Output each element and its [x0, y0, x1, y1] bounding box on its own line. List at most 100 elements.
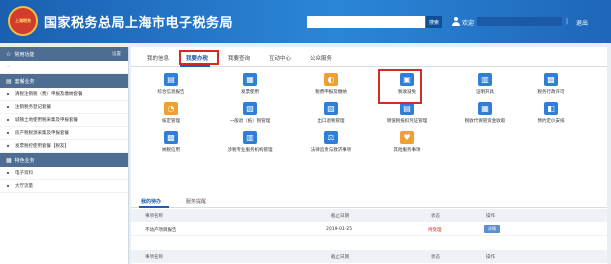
bullet-icon	[7, 145, 9, 147]
sidebar-item[interactable]: 房产税税源采集及申报套餐	[0, 127, 128, 140]
sidebar-item-label: 电子资料	[15, 171, 33, 176]
column-header: 操作	[486, 255, 495, 260]
sidebar-item-label: 注销税务登记套餐	[15, 105, 51, 110]
tax-payment-icon: ◐	[324, 73, 338, 86]
sidebar-section-title: 特色业务	[14, 157, 35, 164]
admin-permit-icon: ▩	[544, 73, 558, 86]
main-panel: 我的信息 我要办税 我要查询 互动中心 公众服务 ▤ 综合信息报告 ▦ 发票使用 ◐ 税费…	[131, 47, 607, 264]
function-verify-manage[interactable]: ◔ 核定管理	[136, 102, 206, 126]
todo-tab-indicator	[139, 206, 169, 208]
sidebar: ☆ 常用功能 设置 -- ▤ 套餐业务 清税注销税（费）申报及缴纳套餐 注销税务…	[0, 47, 129, 264]
sidebar-item: --	[0, 61, 128, 74]
function-label: 核定管理	[162, 119, 180, 124]
bullet-icon	[7, 119, 9, 121]
column-header: 操作	[486, 214, 495, 219]
sidebar-item[interactable]: 发票税控使用套餐【税友】	[0, 140, 128, 153]
function-admin-permit[interactable]: ▩ 税务行政许可	[516, 73, 586, 97]
function-label: 预约定价安排	[537, 119, 565, 124]
star-icon: ☆	[6, 50, 12, 58]
function-label: 涉税专业服务机构管理	[227, 148, 273, 153]
function-label: 法律追责与救济事项	[310, 148, 352, 153]
function-fund-custody[interactable]: ▦ 税收代保管资金收取	[450, 102, 520, 126]
column-header: 截止日期	[331, 255, 349, 260]
sidebar-section-special[interactable]: ▦ 特色业务	[0, 153, 128, 167]
function-export-refund[interactable]: ▨ 出口退税管理	[296, 102, 366, 126]
site-title: 国家税务总局上海市电子税务局	[44, 16, 234, 31]
tax-credit-icon: ▩	[164, 131, 178, 144]
function-info-report[interactable]: ▤ 综合信息报告	[136, 73, 206, 97]
settings-link[interactable]: 设置	[112, 51, 121, 57]
todo-table-header: 事项名称 截止日期 状态 操作	[131, 250, 607, 263]
column-header: 事项名称	[145, 214, 163, 219]
sidebar-section-common[interactable]: ☆ 常用功能 设置	[0, 47, 128, 61]
column-header: 状态	[431, 255, 440, 260]
fund-custody-icon: ▦	[478, 102, 492, 115]
tab-query[interactable]: 我要查询	[228, 54, 250, 62]
special-icon: ▦	[6, 156, 12, 164]
tab-my-todo[interactable]: 我的待办	[141, 198, 161, 205]
sidebar-item[interactable]: 清税注销税（费）申报及缴纳套餐	[0, 88, 128, 101]
refund-icon: ▧	[243, 102, 257, 115]
function-agency-manage[interactable]: ▥ 涉税专业服务机构管理	[215, 131, 285, 155]
column-header: 截止日期	[331, 214, 349, 219]
function-tax-credit[interactable]: ▩ 纳税信用	[136, 131, 206, 155]
function-tax-payment[interactable]: ◐ 税费申报及缴纳	[296, 73, 366, 97]
sidebar-item-label: 发票税控使用套餐【税友】	[15, 144, 69, 149]
pricing-icon: ◧	[544, 102, 558, 115]
bullet-icon	[7, 93, 9, 95]
function-label: 综合信息报告	[157, 90, 185, 95]
column-header: 状态	[431, 214, 440, 219]
user-icon	[452, 17, 460, 26]
highlight-box-tab	[179, 50, 219, 65]
todo-table-header: 事项名称 截止日期 状态 操作	[131, 209, 607, 222]
function-invoice[interactable]: ▦ 发票使用	[215, 73, 285, 97]
function-label: 增值税抵扣凭证管理	[386, 119, 428, 124]
table-row: 不动产项目报告 2019-01-25 待受理 详情	[131, 223, 607, 236]
legal-relief-icon: ⚖	[324, 131, 338, 144]
function-label: 税务行政许可	[537, 90, 565, 95]
sidebar-item-label: 房产税税源采集及申报套餐	[15, 131, 69, 136]
welcome-text: 欢迎	[462, 20, 475, 27]
sidebar-item[interactable]: 城镇土地使用税采集及申报套餐	[0, 114, 128, 127]
tab-interaction[interactable]: 互动中心	[269, 54, 291, 62]
search-button[interactable]: 搜索	[426, 16, 442, 28]
function-legal-relief[interactable]: ⚖ 法律追责与救济事项	[296, 131, 366, 155]
bullet-icon	[7, 132, 9, 134]
logo-text: 上海税务	[15, 18, 31, 23]
todo-tabs: 我的待办 服务提醒	[131, 194, 607, 208]
function-label: 发票使用	[241, 90, 259, 95]
sidebar-section-packages[interactable]: ▤ 套餐业务	[0, 74, 128, 88]
invoice-icon: ▦	[243, 73, 257, 86]
function-vat-deduction[interactable]: ▤ 增值税抵扣凭证管理	[372, 102, 442, 126]
info-report-icon: ▤	[164, 73, 178, 86]
certificate-icon: ▥	[478, 73, 492, 86]
function-label: 一般退（抵）税管理	[229, 119, 271, 124]
function-label: 税收代保管资金收取	[464, 119, 506, 124]
site-header: 上海税务 国家税务总局上海市电子税务局 搜索 欢迎 | 退出	[0, 0, 611, 43]
sidebar-item-label: --	[7, 64, 11, 70]
header-separator: |	[566, 18, 569, 25]
function-certificate[interactable]: ▥ 证明开具	[450, 73, 520, 97]
sidebar-item[interactable]: 注销税务登记套餐	[0, 101, 128, 114]
detail-button[interactable]: 详情	[484, 225, 500, 233]
search-input[interactable]	[307, 16, 425, 28]
other-service-icon: ♥	[400, 131, 414, 144]
tab-public-service[interactable]: 公众服务	[310, 54, 332, 62]
tax-bureau-logo: 上海税务	[8, 6, 38, 36]
function-other-service[interactable]: ♥ 其他服务事项	[372, 131, 442, 155]
function-label: 税费申报及缴纳	[315, 90, 347, 95]
logout-link[interactable]: 退出	[576, 18, 588, 27]
package-icon: ▤	[6, 77, 12, 85]
export-refund-icon: ▨	[324, 102, 338, 115]
tab-my-info[interactable]: 我的信息	[147, 54, 169, 62]
bullet-icon	[7, 106, 9, 108]
sidebar-item[interactable]: 电子资料	[0, 167, 128, 180]
function-pricing[interactable]: ◧ 预约定价安排	[516, 102, 586, 126]
sidebar-item[interactable]: 大厅流量	[0, 180, 128, 193]
bullet-icon	[7, 172, 9, 174]
sidebar-item-label: 大厅流量	[15, 184, 33, 189]
todo-item-name: 不动产项目报告	[145, 228, 177, 233]
todo-deadline: 2019-01-25	[326, 227, 353, 232]
function-refund[interactable]: ▧ 一般退（抵）税管理	[215, 102, 285, 126]
tab-service-reminder[interactable]: 服务提醒	[186, 198, 206, 205]
